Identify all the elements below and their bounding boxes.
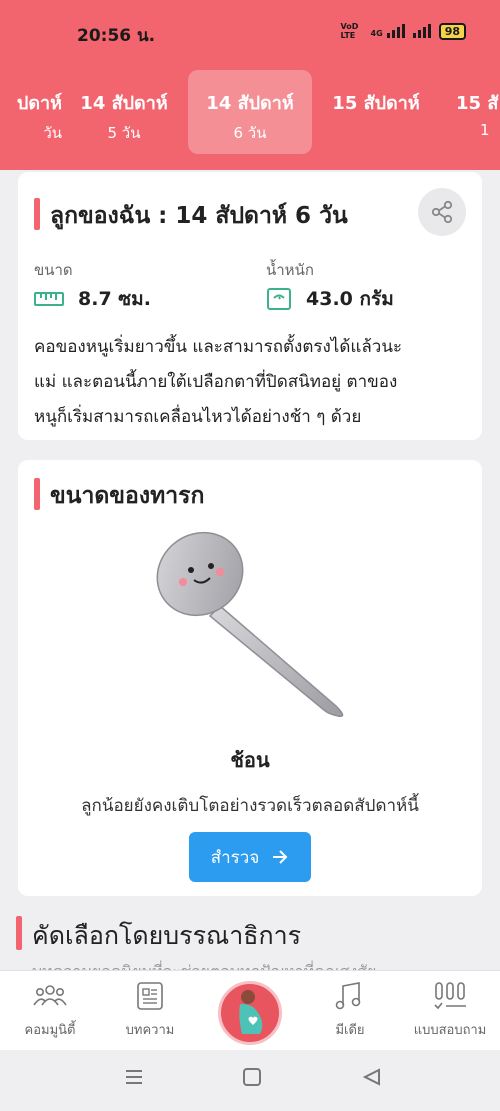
editor-picks-title: คัดเลือกโดยบรรณาธิการ	[32, 921, 302, 950]
home-button[interactable]	[242, 1068, 262, 1090]
ruler-icon	[34, 292, 64, 306]
section-accent	[16, 916, 22, 950]
scale-icon	[267, 288, 291, 310]
system-nav-bar	[0, 1050, 500, 1111]
status-time: 20:56 น.	[77, 26, 156, 46]
back-triangle-icon	[362, 1068, 380, 1086]
status-bar: 20:56 น. VoD LTE 4G 98	[0, 0, 500, 62]
signal-4g-icon: 4G	[371, 24, 405, 38]
size-label: ขนาด	[34, 261, 73, 279]
header-bar: 20:56 น. VoD LTE 4G 98 ปดาห์ วัน 14 สัปด…	[0, 0, 500, 170]
article-icon	[137, 982, 163, 1010]
baby-size-card: ขนาดของทารก ช้อน ลูกน้อยยังคงเติบโตอย่าง…	[18, 460, 482, 896]
size-value: 8.7 ซม.	[78, 288, 151, 310]
recent-apps-button[interactable]	[124, 1068, 144, 1090]
size-card-title: ขนาดของทารก	[50, 483, 205, 509]
tab-community[interactable]: คอมมูนิตี้	[0, 981, 100, 1040]
explore-label: สำรวจ	[210, 847, 260, 868]
size-metric: 8.7 ซม.	[34, 284, 151, 314]
signal-icon	[412, 24, 431, 38]
weight-metric: 43.0 กรัม	[266, 284, 394, 314]
baby-title: ลูกของฉัน : 14 สัปดาห์ 6 วัน	[50, 203, 348, 229]
week-selector: ปดาห์ วัน 14 สัปดาห์ 5 วัน 14 สัปดาห์ 6 …	[0, 70, 500, 154]
back-button[interactable]	[362, 1068, 382, 1090]
arrow-right-icon	[273, 850, 288, 864]
pregnancy-home-button[interactable]	[218, 981, 282, 1045]
pregnant-icon	[239, 990, 263, 1034]
share-button[interactable]	[418, 188, 466, 236]
weight-label: น้ำหนัก	[266, 261, 314, 279]
section-accent	[34, 478, 40, 510]
baby-info-card: ลูกของฉัน : 14 สัปดาห์ 6 วัน ขนาด 8.7 ซม…	[18, 172, 482, 440]
tab-articles[interactable]: บทความ	[100, 981, 200, 1040]
explore-button[interactable]: สำรวจ	[189, 832, 311, 882]
share-icon	[431, 200, 453, 224]
editor-picks-section: คัดเลือกโดยบรรณาธิการ บทความยอดนิยมที่จะ…	[0, 910, 500, 972]
week-tab[interactable]: ปดาห์ วัน	[0, 70, 62, 154]
music-icon	[335, 982, 361, 1010]
size-object-desc: ลูกน้อยยังคงเติบโตอย่างรวดเร็วตลอดสัปดาห…	[81, 796, 419, 816]
home-square-icon	[243, 1068, 261, 1086]
size-object-name: ช้อน	[230, 748, 270, 772]
status-icons: VoD LTE 4G 98	[341, 22, 466, 40]
tab-quiz[interactable]: แบบสอบถาม	[400, 981, 500, 1040]
week-tab[interactable]: 15 สัปดาห์	[314, 70, 438, 154]
spoon-illustration	[156, 531, 344, 718]
community-icon	[33, 985, 67, 1006]
bottom-tab-bar: คอมมูนิตี้ บทความ มีเดีย แบบสอบถาม	[0, 970, 500, 1050]
tab-media[interactable]: มีเดีย	[300, 981, 400, 1040]
battery-icon: 98	[438, 22, 466, 40]
weight-value: 43.0 กรัม	[306, 288, 394, 310]
week-tab-selected[interactable]: 14 สัปดาห์ 6 วัน	[188, 70, 312, 154]
menu-lines-icon	[126, 1070, 142, 1084]
quiz-icon	[434, 982, 466, 1010]
baby-description: คอของหนูเริ่มยาวขึ้น และสามารถตั้งตรงได้…	[34, 337, 403, 427]
volte-icon: VoD LTE	[340, 22, 359, 40]
week-tab[interactable]: 14 สัปดาห์ 5 วัน	[62, 70, 186, 154]
week-tab[interactable]: 15 สั 1	[440, 70, 500, 154]
section-accent	[34, 198, 40, 230]
